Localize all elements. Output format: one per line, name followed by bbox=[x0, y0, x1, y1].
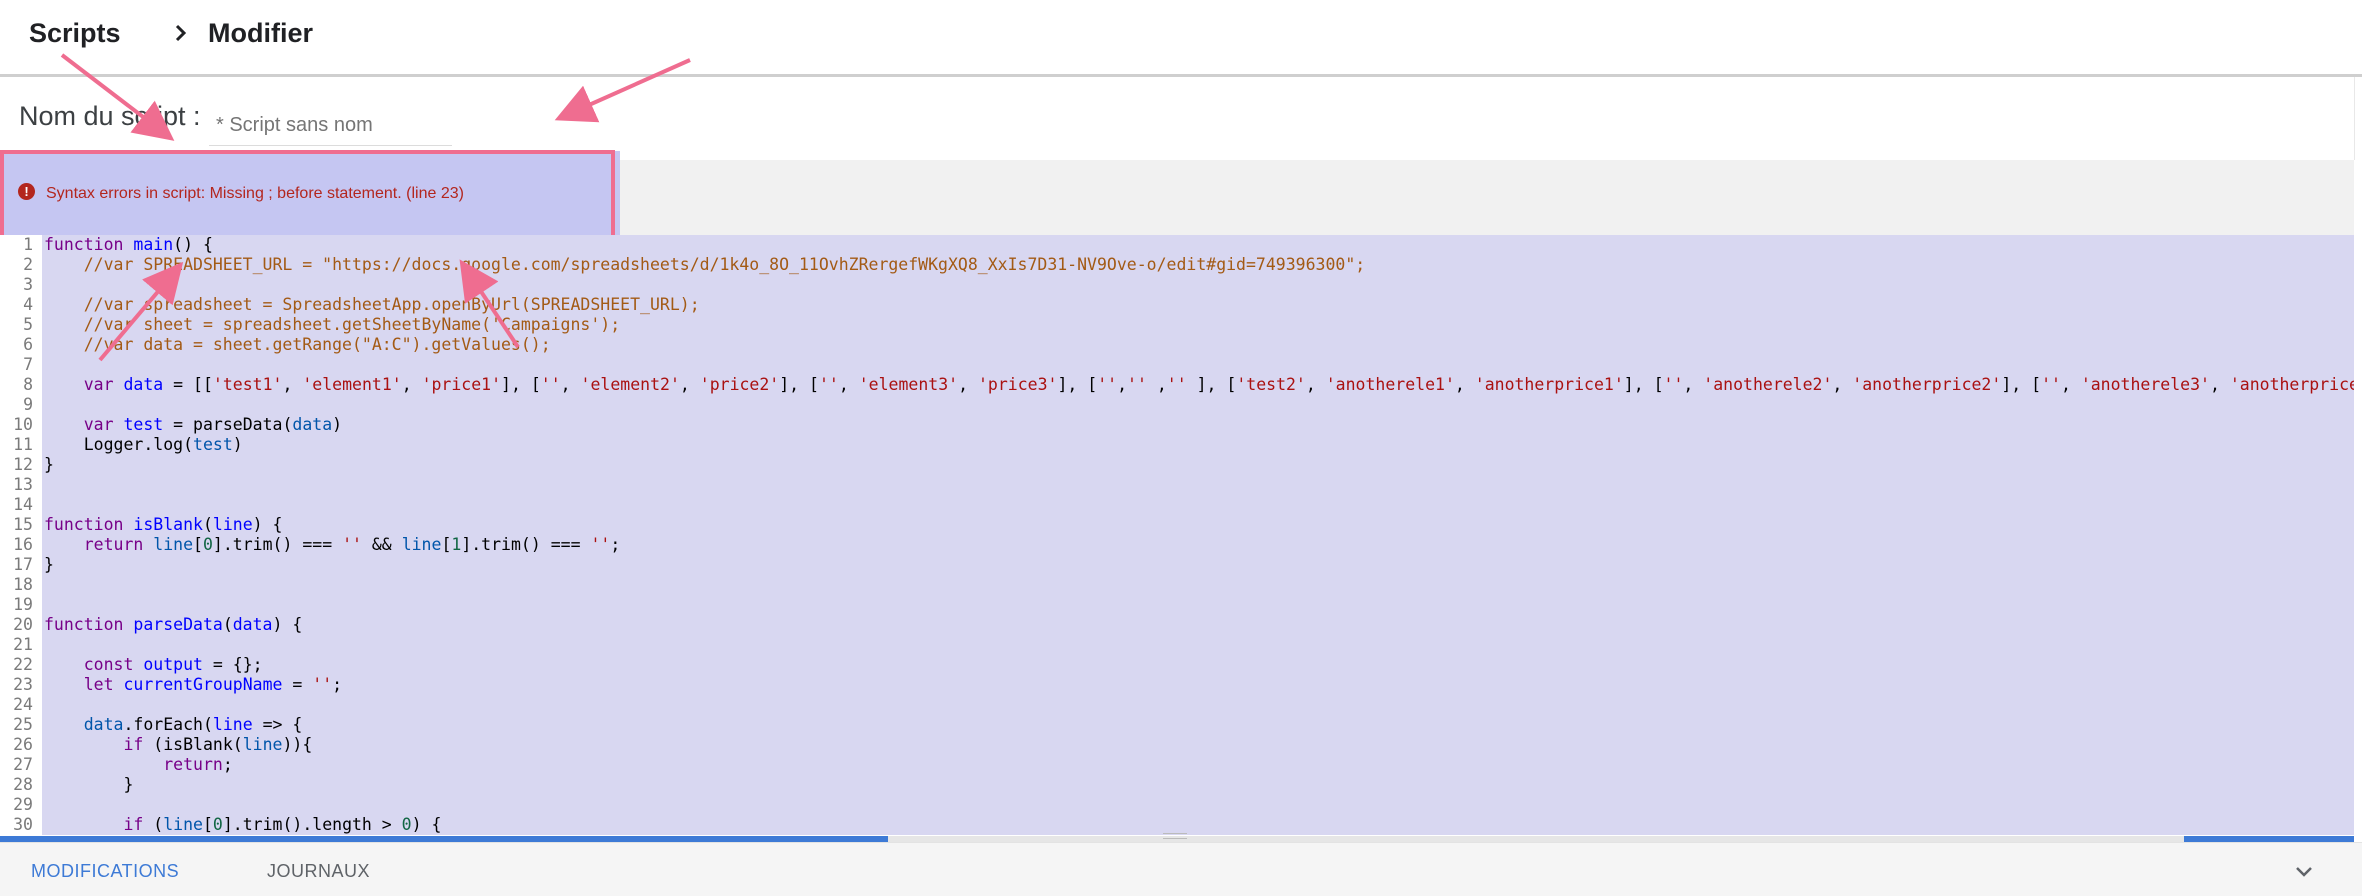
code-text: data.forEach(line => { bbox=[83, 715, 303, 734]
bottom-tab-bar: MODIFICATIONS JOURNAUX bbox=[0, 842, 2362, 896]
code-text: return line[0].trim() === '' && line[1].… bbox=[83, 535, 621, 554]
error-icon: ! bbox=[18, 183, 35, 200]
line-number: 9 bbox=[23, 395, 33, 414]
code-text: function parseData(data) { bbox=[44, 615, 303, 634]
line-number: 26 bbox=[13, 735, 33, 754]
code-text: //var data = sheet.getRange("A:C").getVa… bbox=[44, 335, 551, 354]
code-text: Logger.log(test) bbox=[44, 435, 243, 454]
code-text: //var sheet = spreadsheet.getSheetByName… bbox=[44, 315, 621, 334]
line-number: 1 bbox=[23, 235, 33, 254]
breadcrumb-current: Modifier bbox=[208, 18, 313, 48]
line-number: 23 bbox=[13, 675, 33, 694]
script-name-label: Nom du script : bbox=[19, 101, 201, 131]
line-number: 11 bbox=[13, 435, 33, 454]
line-number: 4 bbox=[23, 295, 33, 314]
line-number: 17 bbox=[13, 555, 33, 574]
line-number: 13 bbox=[13, 475, 33, 494]
code-text: if (isBlank(line)){ bbox=[123, 735, 313, 754]
line-number: 12 bbox=[13, 455, 33, 474]
code-editor[interactable]: 1 function main() { 2 //var SPREADSHEET_UR… bbox=[0, 235, 2354, 835]
line-number: 19 bbox=[13, 595, 33, 614]
line-number: 27 bbox=[13, 755, 33, 774]
line-number: 18 bbox=[13, 575, 33, 594]
line-number: 3 bbox=[23, 275, 33, 294]
code-text: //var SPREADSHEET_URL = "https://docs.go… bbox=[44, 255, 1366, 274]
script-name-input[interactable] bbox=[209, 105, 452, 146]
chevron-down-icon[interactable] bbox=[2292, 859, 2316, 883]
line-number: 28 bbox=[13, 775, 33, 794]
breadcrumb-scripts-link[interactable]: Scripts bbox=[29, 16, 121, 50]
tab-journaux[interactable]: JOURNAUX bbox=[267, 861, 370, 882]
resize-handle[interactable] bbox=[1163, 833, 1187, 839]
code-text: let currentGroupName = ''; bbox=[83, 675, 343, 694]
line-number: 20 bbox=[13, 615, 33, 634]
code-text: } bbox=[44, 455, 54, 474]
error-message: Syntax errors in script: Missing ; befor… bbox=[46, 185, 464, 202]
line-number: 15 bbox=[13, 515, 33, 534]
line-number: 30 bbox=[13, 815, 33, 834]
line-number: 29 bbox=[13, 795, 33, 814]
line-number: 6 bbox=[23, 335, 33, 354]
code-text: function main() { bbox=[44, 235, 213, 254]
code-text: } bbox=[44, 555, 54, 574]
line-number: 24 bbox=[13, 695, 33, 714]
line-number: 14 bbox=[13, 495, 33, 514]
line-number: 7 bbox=[23, 355, 33, 374]
code-text: var data = [['test1', 'element1', 'price… bbox=[83, 375, 2354, 394]
line-number: 25 bbox=[13, 715, 33, 734]
script-name-bar: Nom du script : bbox=[0, 77, 2355, 160]
line-number: 8 bbox=[23, 375, 33, 394]
line-number: 5 bbox=[23, 315, 33, 334]
code-text: //var spreadsheet = SpreadsheetApp.openB… bbox=[44, 295, 700, 314]
line-number: 2 bbox=[23, 255, 33, 274]
code-text: if (line[0].trim().length > 0) { bbox=[123, 815, 442, 834]
line-number: 21 bbox=[13, 635, 33, 654]
line-number: 10 bbox=[13, 415, 33, 434]
code-text: const output = {}; bbox=[83, 655, 263, 674]
chevron-right-icon bbox=[168, 18, 194, 48]
code-text: function isBlank(line) { bbox=[44, 515, 283, 534]
code-text: } bbox=[44, 775, 134, 794]
code-text: var test = parseData(data) bbox=[83, 415, 343, 434]
line-number: 16 bbox=[13, 535, 33, 554]
code-text: return; bbox=[163, 755, 233, 774]
line-number: 22 bbox=[13, 655, 33, 674]
top-header: Scripts Modifier bbox=[0, 0, 2362, 77]
tab-modifications[interactable]: MODIFICATIONS bbox=[31, 861, 179, 882]
